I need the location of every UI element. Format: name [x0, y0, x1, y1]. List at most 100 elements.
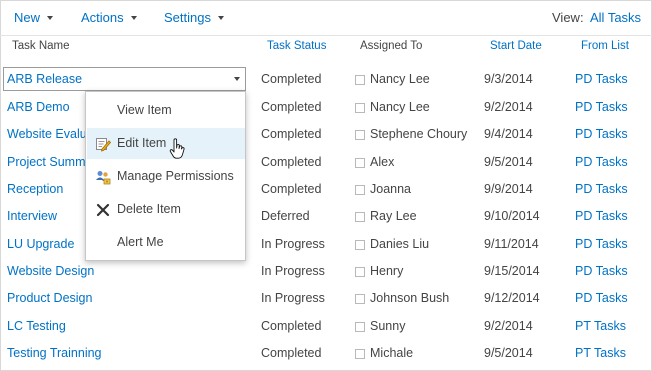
task-name-link[interactable]: ARB Demo [7, 100, 70, 114]
settings-label: Settings [164, 10, 211, 25]
assigned-to: Joanna [370, 182, 412, 196]
task-name-link[interactable]: Interview [7, 209, 57, 223]
menu-item-alert-me[interactable]: Alert Me [87, 227, 245, 258]
from-list-link[interactable]: PD Tasks [575, 209, 628, 223]
task-name-link[interactable]: Reception [7, 182, 63, 196]
task-status: Deferred [261, 209, 310, 223]
task-name-link[interactable]: LU Upgrade [7, 237, 74, 251]
view-selector[interactable]: All Tasks [590, 10, 641, 25]
column-header-task-status[interactable]: Task Status [267, 40, 326, 52]
assignee-checkbox[interactable] [355, 267, 365, 277]
assignee-checkbox[interactable] [355, 349, 365, 359]
assignee-checkbox[interactable] [355, 158, 365, 168]
table-row: ARB Release Completed Nancy Lee 9/3/2014… [0, 67, 652, 94]
assignee-checkbox[interactable] [355, 212, 365, 222]
start-date: 9/4/2014 [484, 127, 533, 141]
assignee-checkbox[interactable] [355, 294, 365, 304]
actions-label: Actions [81, 10, 124, 25]
menu-item-edit-item[interactable]: Edit Item [87, 128, 245, 159]
task-status: Completed [261, 127, 322, 141]
from-list-link[interactable]: PD Tasks [575, 72, 628, 86]
start-date: 9/9/2014 [484, 182, 533, 196]
task-status: Completed [261, 155, 322, 169]
chevron-down-icon [217, 15, 224, 20]
task-status: Completed [261, 100, 322, 114]
chevron-down-icon [130, 15, 137, 20]
start-date: 9/15/2014 [484, 264, 540, 278]
task-name-link[interactable]: Project Summ [7, 155, 86, 169]
task-status: Completed [261, 182, 322, 196]
task-name-link[interactable]: ARB Release [7, 72, 82, 86]
new-label: New [14, 10, 41, 25]
toolbar: New Actions Settings View: All Tasks [0, 0, 652, 36]
start-date: 9/5/2014 [484, 155, 533, 169]
assigned-to: Sunny [370, 319, 406, 333]
column-header-start-date[interactable]: Start Date [490, 40, 542, 52]
assigned-to: Michale [370, 346, 414, 360]
task-name-link[interactable]: Website Evalu [7, 127, 87, 141]
table-row: Testing Trainning Completed Michale 9/5/… [0, 341, 652, 368]
from-list-link[interactable]: PT Tasks [575, 346, 626, 360]
menu-item-delete-item[interactable]: Delete Item [87, 194, 245, 225]
from-list-link[interactable]: PT Tasks [575, 319, 626, 333]
table-row: Website Design In Progress Henry 9/15/20… [0, 259, 652, 286]
settings-button[interactable]: Settings [164, 10, 224, 25]
from-list-link[interactable]: PD Tasks [575, 291, 628, 305]
assignee-checkbox[interactable] [355, 75, 365, 85]
assignee-checkbox[interactable] [355, 240, 365, 250]
view-label: View: [552, 10, 584, 25]
assigned-to: Ray Lee [370, 209, 417, 223]
assigned-to: Nancy Lee [370, 100, 430, 114]
new-button[interactable]: New [14, 10, 54, 25]
assigned-to: Nancy Lee [370, 72, 430, 86]
column-header-task-name[interactable]: Task Name [12, 40, 70, 52]
assignee-checkbox[interactable] [355, 322, 365, 332]
task-status: In Progress [261, 264, 325, 278]
start-date: 9/11/2014 [484, 237, 539, 251]
actions-button[interactable]: Actions [81, 10, 137, 25]
task-status: Completed [261, 72, 322, 86]
assignee-checkbox[interactable] [355, 103, 365, 113]
table-row: LC Testing Completed Sunny 9/2/2014 PT T… [0, 314, 652, 341]
start-date: 9/5/2014 [484, 346, 533, 360]
assigned-to: Alex [370, 155, 395, 169]
from-list-link[interactable]: PD Tasks [575, 127, 628, 141]
table-row: Product Design In Progress Johnson Bush … [0, 286, 652, 313]
start-date: 9/2/2014 [484, 100, 533, 114]
start-date: 9/2/2014 [484, 319, 533, 333]
chevron-down-icon [47, 15, 54, 20]
from-list-link[interactable]: PD Tasks [575, 155, 628, 169]
assigned-to: Johnson Bush [370, 291, 450, 305]
start-date: 9/10/2014 [484, 209, 540, 223]
task-status: In Progress [261, 237, 325, 251]
task-name-link[interactable]: Website Design [7, 264, 94, 278]
menu-item-label: View Item [117, 103, 172, 117]
from-list-link[interactable]: PD Tasks [575, 237, 628, 251]
assigned-to: Stephene Choury [370, 127, 468, 141]
from-list-link[interactable]: PD Tasks [575, 264, 628, 278]
start-date: 9/3/2014 [484, 72, 533, 86]
from-list-link[interactable]: PD Tasks [575, 182, 628, 196]
column-header-assigned-to[interactable]: Assigned To [360, 40, 422, 52]
menu-item-label: Edit Item [117, 136, 167, 150]
assigned-to: Henry [370, 264, 404, 278]
menu-item-label: Alert Me [117, 235, 164, 249]
menu-item-manage-permissions[interactable]: Manage Permissions [87, 161, 245, 192]
hand-cursor-icon [169, 138, 185, 159]
assignee-checkbox[interactable] [355, 130, 365, 140]
assigned-to: Danies Liu [370, 237, 430, 251]
menu-item-view-item[interactable]: View Item [87, 95, 245, 126]
delete-x-icon [96, 203, 110, 217]
from-list-link[interactable]: PD Tasks [575, 100, 628, 114]
column-header-from-list[interactable]: From List [581, 40, 629, 52]
task-status: Completed [261, 319, 322, 333]
item-context-menu: View Item Edit Item Manage Permissions D… [85, 91, 246, 261]
menu-item-label: Manage Permissions [117, 169, 234, 183]
menu-item-label: Delete Item [117, 202, 181, 216]
task-status: Completed [261, 346, 322, 360]
assignee-checkbox[interactable] [355, 185, 365, 195]
task-name-link[interactable]: Product Design [7, 291, 92, 305]
start-date: 9/12/2014 [484, 291, 540, 305]
task-name-link[interactable]: Testing Trainning [7, 346, 102, 360]
task-name-link[interactable]: LC Testing [7, 319, 66, 333]
